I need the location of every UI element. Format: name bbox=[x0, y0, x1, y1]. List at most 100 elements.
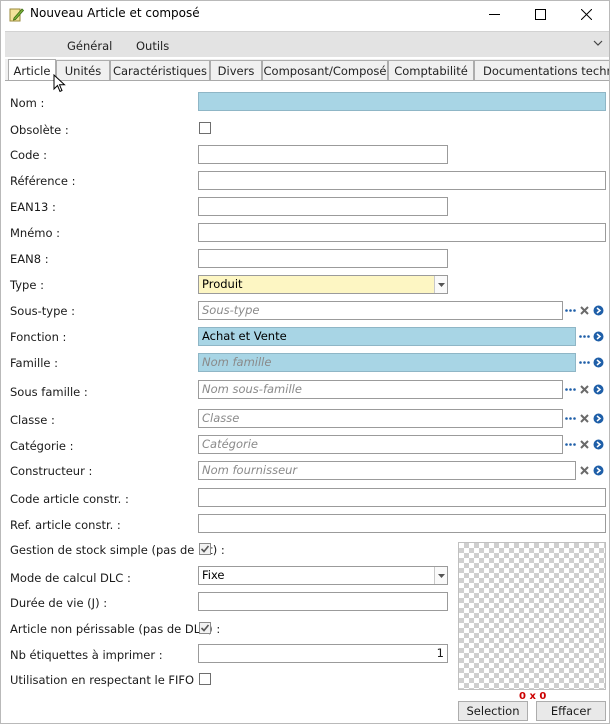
effacer-button[interactable]: Effacer bbox=[536, 701, 606, 721]
nom-input[interactable] bbox=[198, 92, 606, 111]
categorie-browse-button[interactable] bbox=[564, 436, 577, 453]
type-dropdown-button[interactable] bbox=[434, 276, 447, 293]
gestion-stock-checkbox[interactable] bbox=[199, 543, 211, 555]
classe-go-button[interactable] bbox=[592, 410, 605, 427]
mode-dlc-select[interactable]: Fixe bbox=[198, 566, 448, 585]
minimize-icon bbox=[488, 14, 500, 15]
sous-famille-clear-button[interactable] bbox=[578, 381, 591, 398]
chevron-down-icon[interactable] bbox=[593, 38, 603, 48]
famille-input[interactable]: Nom famille bbox=[198, 353, 576, 372]
categorie-go-button[interactable] bbox=[592, 436, 605, 453]
minimize-button[interactable] bbox=[471, 1, 517, 28]
constructeur-input[interactable]: Nom fournisseur bbox=[198, 461, 576, 480]
label-ean8: EAN8 : bbox=[10, 252, 49, 266]
fonction-input[interactable]: Achat et Vente bbox=[198, 327, 576, 346]
fonction-value: Achat et Vente bbox=[202, 329, 287, 343]
menu-outils[interactable]: Outils bbox=[136, 39, 169, 53]
fonction-browse-button[interactable] bbox=[578, 328, 591, 345]
mode-dlc-dropdown-button[interactable] bbox=[434, 567, 447, 584]
tab-divers[interactable]: Divers bbox=[210, 60, 262, 80]
maximize-icon bbox=[534, 9, 546, 20]
tab-comptabilite[interactable]: Comptabilité bbox=[388, 60, 474, 80]
sous-famille-go-button[interactable] bbox=[592, 381, 605, 398]
label-sous-famille: Sous famille : bbox=[10, 385, 88, 399]
label-non-perissable: Article non périssable (pas de DLC) : bbox=[10, 622, 221, 636]
tab-article[interactable]: Article bbox=[8, 59, 56, 80]
sous-type-go-button[interactable] bbox=[592, 302, 605, 319]
ellipsis-icon bbox=[579, 361, 590, 364]
mnemo-input[interactable] bbox=[198, 223, 606, 242]
classe-browse-button[interactable] bbox=[564, 410, 577, 427]
obsolete-checkbox[interactable] bbox=[199, 122, 211, 134]
nb-etiquettes-input[interactable]: 1 bbox=[198, 644, 448, 663]
famille-go-button[interactable] bbox=[592, 354, 605, 371]
selection-button[interactable]: Selection bbox=[458, 701, 528, 721]
checkmark-icon bbox=[200, 545, 210, 553]
famille-placeholder: Nom famille bbox=[202, 355, 272, 369]
categorie-placeholder: Catégorie bbox=[202, 437, 258, 451]
fonction-go-button[interactable] bbox=[592, 328, 605, 345]
clear-x-icon bbox=[580, 466, 589, 475]
label-mnemo: Mnémo : bbox=[10, 226, 61, 240]
tab-composant-compose[interactable]: Composant/Composé bbox=[262, 60, 388, 80]
label-reference: Référence : bbox=[10, 174, 76, 188]
label-categorie: Catégorie : bbox=[10, 439, 74, 453]
label-mode-dlc: Mode de calcul DLC : bbox=[10, 571, 131, 585]
navigate-circle-icon bbox=[593, 331, 604, 342]
duree-vie-input[interactable] bbox=[198, 592, 448, 611]
ref-article-constr-input[interactable] bbox=[198, 514, 606, 533]
close-icon bbox=[580, 9, 592, 20]
constructeur-go-button[interactable] bbox=[592, 462, 605, 479]
constructeur-clear-button[interactable] bbox=[578, 462, 591, 479]
article-image-preview[interactable] bbox=[458, 542, 606, 690]
label-code: Code : bbox=[10, 148, 47, 162]
tab-documentations-techniques[interactable]: Documentations techniqu bbox=[474, 60, 609, 80]
label-fifo: Utilisation en respectant le FIFO : bbox=[10, 673, 202, 687]
navigate-circle-icon bbox=[593, 305, 604, 316]
navigate-circle-icon bbox=[593, 465, 604, 476]
label-classe: Classe : bbox=[10, 413, 55, 427]
fifo-checkbox[interactable] bbox=[199, 673, 211, 685]
sous-type-clear-button[interactable] bbox=[578, 302, 591, 319]
label-fonction: Fonction : bbox=[10, 330, 67, 344]
dropdown-arrow-icon bbox=[437, 573, 445, 578]
checkmark-icon bbox=[200, 624, 210, 632]
mouse-pointer-icon bbox=[53, 74, 66, 93]
classe-clear-button[interactable] bbox=[578, 410, 591, 427]
clear-x-icon bbox=[580, 440, 589, 449]
constructeur-placeholder: Nom fournisseur bbox=[202, 463, 298, 477]
label-gestion-stock: Gestion de stock simple (pas de lot) : bbox=[10, 543, 225, 557]
menu-general[interactable]: Général bbox=[67, 39, 112, 53]
categorie-input[interactable]: Catégorie bbox=[198, 435, 563, 454]
maximize-button[interactable] bbox=[517, 1, 563, 28]
dropdown-arrow-icon bbox=[437, 282, 445, 287]
ean13-input[interactable] bbox=[198, 197, 448, 216]
categorie-clear-button[interactable] bbox=[578, 436, 591, 453]
article-window: Nouveau Article et composé Général Outil… bbox=[0, 0, 610, 724]
mode-dlc-value: Fixe bbox=[202, 568, 225, 582]
close-button[interactable] bbox=[563, 1, 609, 28]
clear-x-icon bbox=[580, 306, 589, 315]
ean8-input[interactable] bbox=[198, 249, 448, 268]
sous-type-input[interactable]: Sous-type bbox=[198, 301, 563, 320]
reference-input[interactable] bbox=[198, 171, 606, 190]
label-sous-type: Sous-type : bbox=[10, 304, 75, 318]
clear-x-icon bbox=[580, 385, 589, 394]
sous-type-browse-button[interactable] bbox=[564, 302, 577, 319]
famille-browse-button[interactable] bbox=[578, 354, 591, 371]
menu-bar: Général Outils bbox=[5, 31, 609, 57]
window-title: Nouveau Article et composé bbox=[30, 6, 200, 20]
code-article-constr-input[interactable] bbox=[198, 488, 606, 507]
type-select[interactable]: Produit bbox=[198, 275, 448, 294]
clear-x-icon bbox=[580, 414, 589, 423]
tab-caracteristiques[interactable]: Caractéristiques bbox=[110, 60, 210, 80]
sous-famille-browse-button[interactable] bbox=[564, 381, 577, 398]
navigate-circle-icon bbox=[593, 413, 604, 424]
sous-famille-input[interactable]: Nom sous-famille bbox=[198, 380, 563, 399]
label-ref-article-constr: Ref. article constr. : bbox=[10, 518, 121, 532]
tab-bar: Article Unités Caractéristiques Divers C… bbox=[5, 59, 609, 81]
sous-famille-placeholder: Nom sous-famille bbox=[202, 382, 302, 396]
non-perissable-checkbox[interactable] bbox=[199, 622, 211, 634]
code-input[interactable] bbox=[198, 145, 448, 164]
classe-input[interactable]: Classe bbox=[198, 409, 563, 428]
